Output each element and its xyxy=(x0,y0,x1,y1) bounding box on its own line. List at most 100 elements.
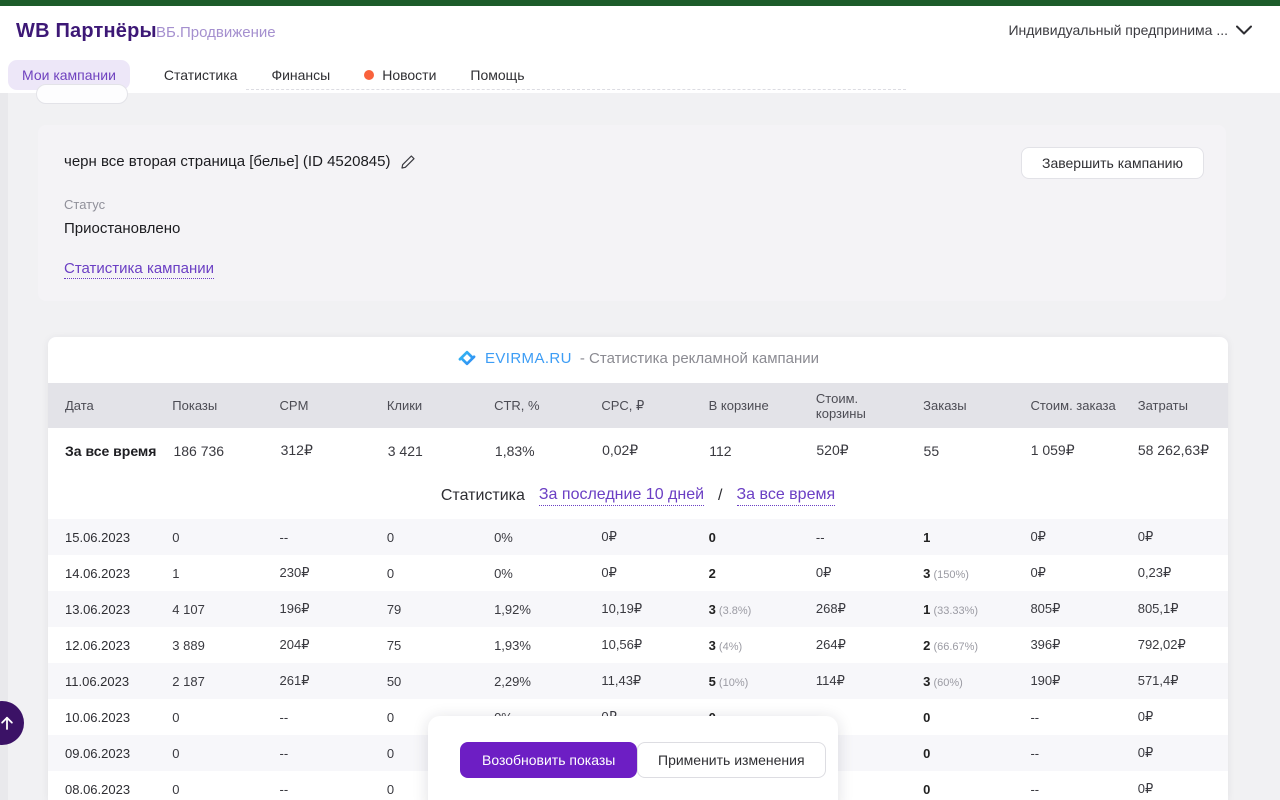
table-cell: 5 (10%) xyxy=(692,674,799,689)
table-cell: 792,02₽ xyxy=(1121,637,1228,653)
table-cell: 1 059₽ xyxy=(1014,442,1121,459)
campaign-statistics-link[interactable]: Статистика кампании xyxy=(64,260,214,279)
table-cell: -- xyxy=(263,530,370,545)
table-cell: 3 (4%) xyxy=(692,638,799,653)
nav-item-news[interactable]: Новости xyxy=(364,67,436,83)
table-cell: 0,02₽ xyxy=(585,442,692,459)
table-cell: -- xyxy=(263,782,370,797)
table-cell: 0₽ xyxy=(584,529,691,545)
table-cell: 11.06.2023 xyxy=(48,674,155,689)
evirma-brand[interactable]: EVIRMA.RU xyxy=(485,350,572,367)
header: WB Партнёры ВБ.Продвижение Индивидуальны… xyxy=(0,6,1280,56)
table-cell: -- xyxy=(263,710,370,725)
table-cell: 75 xyxy=(370,638,477,653)
table-cell: 0 xyxy=(370,530,477,545)
table-cell: 114₽ xyxy=(799,673,906,689)
period-separator: / xyxy=(718,487,722,505)
table-cell: 1,83% xyxy=(478,443,585,459)
truncated-button[interactable] xyxy=(36,84,128,104)
table-row: 12.06.20233 889204₽751,93%10,56₽3 (4%)26… xyxy=(48,627,1228,663)
table-cell: 268₽ xyxy=(799,601,906,617)
widget-title-text: - Статистика рекламной кампании xyxy=(580,350,819,367)
table-cell: 3 (3.8%) xyxy=(692,602,799,617)
table-row: 14.06.20231230₽00%0₽20₽3 (150%)0₽0,23₽ xyxy=(48,555,1228,591)
evirma-logo-icon xyxy=(457,348,477,368)
period-link-recent[interactable]: За последние 10 дней xyxy=(539,486,704,506)
brand-logo[interactable]: WB Партнёры xyxy=(16,20,157,43)
column-header: Стоим. корзины xyxy=(799,391,906,421)
period-switcher: Статистика За последние 10 дней / За все… xyxy=(48,473,1228,519)
campaign-title: черн все вторая страница [белье] (ID 452… xyxy=(64,153,390,170)
table-cell: 79 xyxy=(370,602,477,617)
table-cell: 196₽ xyxy=(263,601,370,617)
table-cell: 520₽ xyxy=(799,442,906,459)
table-cell: -- xyxy=(1013,782,1120,797)
table-cell: 09.06.2023 xyxy=(48,746,155,761)
table-cell: 1,93% xyxy=(477,638,584,653)
table-cell: 3 421 xyxy=(371,443,478,459)
table-cell: -- xyxy=(1013,746,1120,761)
table-cell: 0 xyxy=(155,530,262,545)
table-cell: 0 xyxy=(155,710,262,725)
table-cell: 0 xyxy=(906,710,1013,725)
table-cell: 3 889 xyxy=(155,638,262,653)
campaign-actions-panel: Возобновить показы Применить изменения xyxy=(428,716,838,800)
period-link-all-time[interactable]: За все время xyxy=(737,486,836,506)
column-header: Затраты xyxy=(1121,398,1228,413)
table-cell: 0₽ xyxy=(799,565,906,581)
status-label: Статус xyxy=(64,197,105,212)
table-cell: 12.06.2023 xyxy=(48,638,155,653)
column-header: Клики xyxy=(370,398,477,413)
table-cell: 805₽ xyxy=(1013,601,1120,617)
table-cell: 3 (150%) xyxy=(906,566,1013,581)
table-cell: 0 xyxy=(906,746,1013,761)
column-header: Стоим. заказа xyxy=(1013,398,1120,413)
apply-changes-button[interactable]: Применить изменения xyxy=(637,742,826,778)
nav-item-finance[interactable]: Финансы xyxy=(271,67,330,83)
column-header: Показы xyxy=(155,398,262,413)
finish-campaign-button[interactable]: Завершить кампанию xyxy=(1021,147,1204,179)
table-cell: 571,4₽ xyxy=(1121,673,1228,689)
edit-pencil-icon[interactable] xyxy=(400,154,416,170)
resume-impressions-button[interactable]: Возобновить показы xyxy=(460,742,637,778)
stats-summary-row: За все время186 736312₽3 4211,83%0,02₽11… xyxy=(48,428,1228,473)
account-selector[interactable]: Индивидуальный предпринима ... xyxy=(1008,22,1252,38)
table-cell: 186 736 xyxy=(156,443,263,459)
table-cell: 0% xyxy=(477,530,584,545)
account-name: Индивидуальный предпринима ... xyxy=(1008,22,1228,38)
table-cell: 230₽ xyxy=(263,565,370,581)
arrow-up-icon xyxy=(0,714,16,732)
table-cell: 2,29% xyxy=(477,674,584,689)
summary-label: За все время xyxy=(48,443,156,459)
table-cell: 1 (33.33%) xyxy=(906,602,1013,617)
column-header: Дата xyxy=(48,398,155,413)
table-cell: 1 xyxy=(155,566,262,581)
table-cell: 0₽ xyxy=(1121,745,1228,761)
table-cell: -- xyxy=(263,746,370,761)
column-header: CTR, % xyxy=(477,398,584,413)
column-header: CPM xyxy=(263,398,370,413)
table-cell: 0₽ xyxy=(1013,565,1120,581)
scroll-to-top-button[interactable] xyxy=(0,701,24,745)
table-cell: 1,92% xyxy=(477,602,584,617)
table-cell: 0₽ xyxy=(584,565,691,581)
table-row: 11.06.20232 187261₽502,29%11,43₽5 (10%)1… xyxy=(48,663,1228,699)
nav-item-help[interactable]: Помощь xyxy=(470,67,524,83)
nav-item-statistics[interactable]: Статистика xyxy=(164,67,238,83)
table-cell: 204₽ xyxy=(263,637,370,653)
table-cell: 11,43₽ xyxy=(584,673,691,689)
campaign-card: черн все вторая страница [белье] (ID 452… xyxy=(38,125,1226,301)
table-cell: 0₽ xyxy=(1121,529,1228,545)
page-left-gutter xyxy=(0,93,8,800)
chevron-down-icon xyxy=(1236,25,1252,35)
brand-product-label: ВБ.Продвижение xyxy=(156,24,276,41)
table-cell: 58 262,63₽ xyxy=(1121,442,1228,459)
table-cell: 2 xyxy=(692,566,799,581)
table-cell: 190₽ xyxy=(1013,673,1120,689)
table-cell: 10.06.2023 xyxy=(48,710,155,725)
table-cell: 0 xyxy=(370,566,477,581)
table-cell: 55 xyxy=(907,443,1014,459)
table-cell: 112 xyxy=(692,443,799,459)
table-cell: 0,23₽ xyxy=(1121,565,1228,581)
column-header: Заказы xyxy=(906,398,1013,413)
